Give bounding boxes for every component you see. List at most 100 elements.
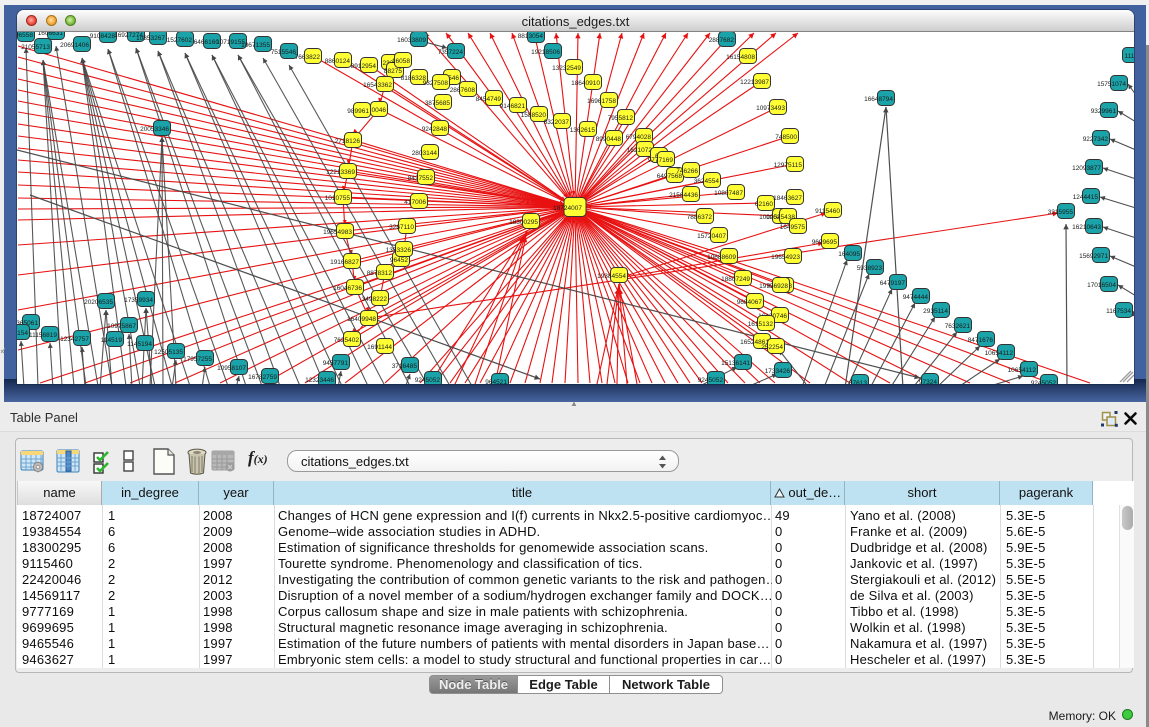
svg-text:7515546: 7515546 — [271, 49, 297, 56]
svg-text:9146821: 9146821 — [500, 103, 526, 110]
svg-text:7886372: 7886372 — [687, 214, 713, 221]
svg-text:164095: 164095 — [838, 251, 860, 258]
svg-text:21564436: 21564436 — [669, 192, 698, 199]
svg-text:2867608: 2867608 — [450, 87, 476, 94]
svg-text:8471676: 8471676 — [968, 337, 994, 344]
svg-text:748500: 748500 — [775, 134, 797, 141]
svg-text:88275: 88275 — [384, 68, 402, 75]
svg-text:1649575: 1649575 — [780, 224, 806, 231]
svg-text:17957255: 17957255 — [183, 356, 212, 363]
svg-text:8454749: 8454749 — [476, 96, 502, 103]
svg-text:20053346: 20053346 — [140, 126, 169, 133]
svg-text:12213987: 12213987 — [740, 79, 769, 86]
svg-text:2935114: 2935114 — [923, 308, 948, 315]
svg-text:18640910: 18640910 — [571, 80, 600, 87]
svg-text:10688609: 10688609 — [707, 254, 736, 261]
svg-text:5938923: 5938923 — [857, 265, 883, 272]
svg-text:9115460: 9115460 — [815, 208, 840, 215]
svg-text:2718126: 2718126 — [335, 138, 361, 145]
svg-text:8860124: 8860124 — [325, 58, 351, 65]
svg-text:7663822: 7663822 — [295, 54, 321, 61]
svg-text:1362615: 1362615 — [570, 127, 596, 134]
svg-text:19654923: 19654923 — [771, 254, 800, 261]
svg-text:21055713: 21055713 — [21, 44, 50, 51]
svg-text:16543362: 16543362 — [363, 82, 392, 89]
svg-text:1606631: 1606631 — [38, 32, 64, 37]
svg-text:12213369: 12213369 — [326, 169, 355, 176]
svg-text:8427552: 8427552 — [408, 175, 434, 182]
svg-text:18724007: 18724007 — [553, 205, 582, 212]
svg-text:19756928: 19756928 — [759, 283, 788, 290]
svg-text:15720407: 15720407 — [697, 233, 726, 240]
svg-text:12342757: 12342757 — [60, 336, 89, 343]
svg-text:16033809: 16033809 — [397, 37, 426, 44]
svg-text:1010755: 1010755 — [325, 195, 351, 202]
svg-text:17359934: 17359934 — [124, 297, 153, 304]
svg-text:19218506: 19218506 — [531, 49, 560, 56]
svg-text:16046736: 16046736 — [333, 285, 362, 292]
svg-text:10807487: 10807487 — [714, 190, 743, 197]
svg-text:12093877: 12093877 — [1072, 165, 1101, 172]
svg-text:12975115: 12975115 — [774, 162, 803, 169]
svg-text:1615132: 1615132 — [748, 321, 774, 328]
svg-text:964521: 964521 — [485, 379, 507, 384]
svg-text:9684067: 9684067 — [737, 299, 763, 306]
svg-text:9474444: 9474444 — [903, 294, 929, 301]
svg-text:7955812: 7955812 — [608, 115, 634, 122]
svg-text:3624554: 3624554 — [694, 178, 720, 185]
svg-text:12505135: 12505135 — [154, 349, 183, 356]
svg-text:9329961: 9329961 — [1091, 108, 1117, 115]
svg-text:10654112: 10654112 — [985, 350, 1014, 357]
svg-text:2803144: 2803144 — [412, 150, 438, 157]
svg-text:8912954: 8912954 — [351, 63, 377, 70]
svg-text:87613: 87613 — [849, 380, 867, 384]
svg-text:9242848: 9242848 — [422, 126, 448, 133]
svg-text:3716485: 3716485 — [392, 363, 418, 370]
svg-text:16154808: 16154808 — [726, 54, 755, 61]
svg-text:1733426: 1733426 — [765, 368, 791, 375]
svg-text:16409948: 16409948 — [347, 316, 376, 323]
svg-text:9108428: 9108428 — [90, 33, 116, 40]
svg-text:19384554: 19384554 — [597, 273, 626, 280]
svg-text:62160: 62160 — [755, 201, 773, 208]
svg-text:1691144: 1691144 — [367, 344, 392, 351]
svg-text:8813054: 8813054 — [518, 33, 544, 40]
svg-text:8322037: 8322037 — [544, 119, 570, 126]
svg-text:7357224: 7357224 — [438, 49, 464, 56]
svg-text:16961758: 16961758 — [587, 98, 616, 105]
svg-text:1621072: 1621072 — [627, 147, 653, 154]
svg-text:8878312: 8878312 — [367, 270, 393, 277]
svg-text:9245052: 9245052 — [698, 377, 724, 384]
svg-text:417006: 417006 — [404, 199, 426, 206]
svg-text:16210643: 16210643 — [1072, 224, 1101, 231]
svg-text:1353326: 1353326 — [386, 247, 412, 254]
svg-text:8990448: 8990448 — [596, 136, 622, 143]
svg-text:16648794: 16648794 — [864, 96, 893, 103]
svg-text:10853267: 10853267 — [136, 35, 165, 42]
svg-text:1145194: 1145194 — [127, 341, 152, 348]
svg-text:16782759: 16782759 — [248, 374, 277, 381]
svg-text:96452: 96452 — [390, 257, 408, 264]
svg-text:15751074: 15751074 — [1097, 81, 1126, 88]
svg-text:1244415: 1244415 — [1073, 194, 1099, 201]
svg-text:10975867: 10975867 — [107, 323, 136, 330]
svg-text:15692971: 15692971 — [1079, 253, 1108, 260]
svg-text:15136141: 15136141 — [721, 360, 750, 367]
svg-text:19654983: 19654983 — [323, 229, 352, 236]
svg-text:1167534: 1167534 — [1106, 308, 1131, 315]
svg-text:9245052: 9245052 — [415, 377, 441, 384]
svg-text:9457791: 9457791 — [323, 360, 349, 367]
svg-text:989961: 989961 — [347, 108, 369, 115]
svg-text:1527602: 1527602 — [167, 37, 193, 44]
svg-text:10958107: 10958107 — [217, 365, 246, 372]
svg-text:9245052: 9245052 — [1031, 380, 1057, 384]
svg-text:252254: 252254 — [761, 344, 783, 351]
svg-text:1117: 1117 — [1125, 53, 1135, 60]
svg-text:10671355: 10671355 — [241, 42, 270, 49]
svg-text:3267110: 3267110 — [389, 224, 414, 231]
svg-text:9699695: 9699695 — [812, 239, 838, 246]
svg-text:16058: 16058 — [392, 58, 410, 65]
svg-text:3215955: 3215955 — [1048, 209, 1074, 216]
svg-text:2887682: 2887682 — [709, 37, 735, 44]
svg-text:11156819: 11156819 — [29, 332, 57, 339]
